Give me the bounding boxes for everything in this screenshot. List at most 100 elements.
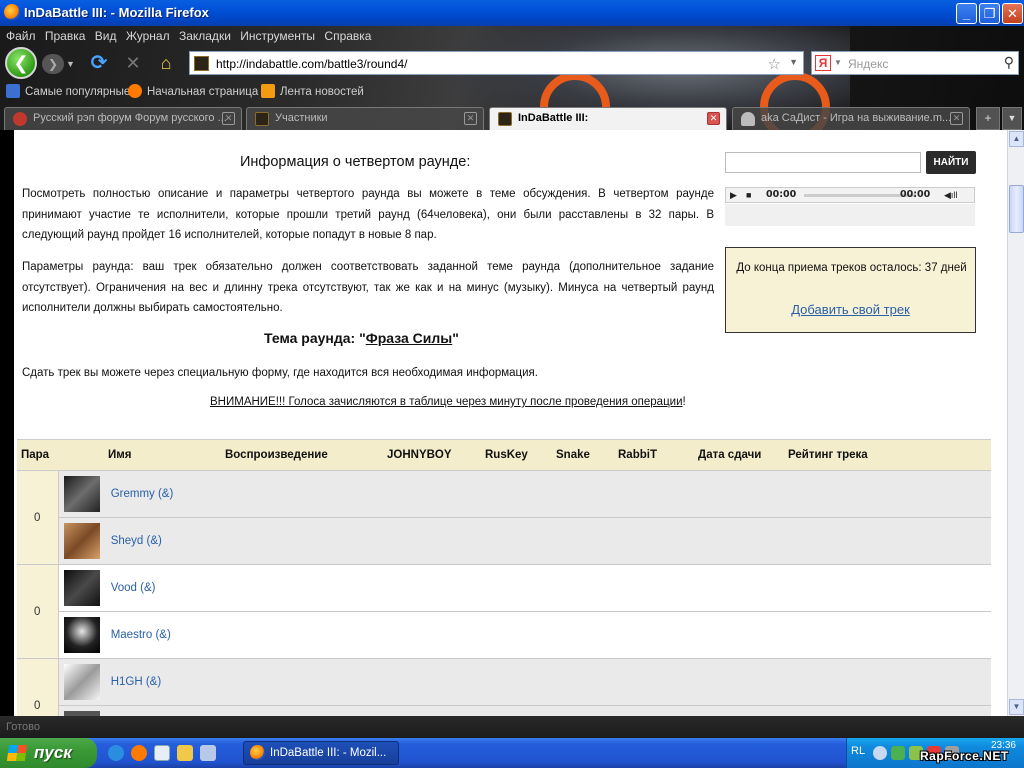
minimize-button[interactable]: _ [956, 3, 977, 24]
firefox-icon [128, 84, 142, 98]
pair-score: 0 [17, 470, 59, 565]
search-input[interactable]: Яндекс [848, 57, 888, 71]
taskbar-firefox-window[interactable]: InDaBattle III: - Mozil... [243, 741, 399, 765]
new-tab-button[interactable]: + [976, 107, 1000, 130]
pairs-table: Пара Имя Воспроизведение JOHNYBOY RusKey… [17, 439, 991, 716]
search-engine-icon[interactable]: Я [815, 55, 831, 71]
language-indicator[interactable]: RL [851, 745, 865, 757]
player-name-link[interactable]: Gremmy (&) [111, 488, 174, 500]
tab-list-dropdown-icon[interactable]: ▼ [1002, 107, 1022, 130]
menu-history[interactable]: Журнал [126, 26, 170, 46]
watermark: RapForce.NET [920, 749, 1009, 763]
search-engine-dropdown-icon[interactable]: ▼ [834, 58, 842, 67]
round-info-title: Информация о четвертом раунде: [240, 154, 471, 170]
folder-icon[interactable] [177, 745, 193, 761]
show-desktop-icon[interactable] [200, 745, 216, 761]
site-search-input[interactable] [725, 152, 921, 173]
maximize-button[interactable]: ❐ [979, 3, 1000, 24]
search-icon[interactable]: ⚲ [1004, 54, 1014, 71]
menu-bookmarks[interactable]: Закладки [179, 26, 231, 46]
forum-favicon-icon [13, 112, 27, 126]
address-bar[interactable]: http://indabattle.com/battle3/round4/ ☆ … [189, 51, 804, 75]
column-header: Имя [58, 439, 225, 471]
menu-file[interactable]: Файл [6, 26, 36, 46]
search-bar[interactable]: Я ▼ Яндекс ⚲ [811, 51, 1019, 75]
avatar[interactable] [63, 617, 100, 653]
submit-info: Сдать трек вы можете через специальную ф… [22, 367, 538, 379]
menu-help[interactable]: Справка [324, 26, 371, 46]
back-button[interactable]: ❮ [5, 47, 37, 79]
close-tab-icon[interactable]: ✕ [222, 112, 235, 125]
column-header: RabbiT [618, 439, 698, 471]
player-name-link[interactable]: Vood (&) [111, 582, 156, 594]
scroll-up-icon[interactable]: ▲ [1009, 131, 1024, 147]
windows-taskbar: пуск InDaBattle III: - Mozil... RL 23:36 [0, 738, 1024, 768]
audio-player: ▶ ■ 00:00 00:00 ◀ıll [725, 187, 975, 203]
volume-icon[interactable]: ◀ıll [944, 188, 957, 202]
theme-link[interactable]: Фраза Силы [366, 330, 452, 346]
stop-button[interactable]: ✕ [122, 52, 144, 74]
play-icon[interactable]: ▶ [730, 188, 737, 202]
history-dropdown-icon[interactable]: ▼ [66, 54, 78, 74]
column-header: Воспроизведение [225, 439, 387, 471]
avatar[interactable] [63, 476, 100, 512]
tab-rap-forum[interactable]: Русский рэп форум Форум русского ... ✕ [4, 107, 242, 130]
menu-bar: Файл Правка Вид Журнал Закладки Инструме… [0, 26, 1024, 46]
warning-link[interactable]: ВНИМАНИЕ!!! Голоса зачисляются в таблице… [210, 396, 683, 408]
menu-view[interactable]: Вид [95, 26, 117, 46]
find-button[interactable]: НАЙТИ [926, 151, 976, 174]
table-row: 0 H1GH (&) [17, 658, 991, 716]
menu-edit[interactable]: Правка [45, 26, 86, 46]
firefox-icon [250, 745, 265, 760]
network-icon[interactable] [891, 746, 905, 760]
tab-sadist[interactable]: aka СаДист - Игра на выживание.m... ✕ [732, 107, 970, 130]
menu-tools[interactable]: Инструменты [240, 26, 315, 46]
home-button[interactable]: ⌂ [155, 52, 177, 74]
table-row: 0 Vood (&) [17, 564, 991, 659]
reload-button[interactable]: ⟳ [88, 52, 110, 74]
close-window-button[interactable]: ✕ [1002, 3, 1023, 24]
tab-indabattle[interactable]: InDaBattle III: ✕ [489, 107, 727, 131]
bookmark-star-icon [6, 84, 20, 98]
firefox-icon [4, 4, 20, 20]
close-tab-icon[interactable]: ✕ [950, 112, 963, 125]
avatar[interactable] [63, 664, 100, 700]
url-text[interactable]: http://indabattle.com/battle3/round4/ [216, 57, 407, 71]
player-cell: H1GH (&) [58, 658, 991, 706]
player-current-time: 00:00 [766, 189, 797, 200]
url-dropdown-icon[interactable]: ▼ [789, 57, 798, 67]
ghost-icon [741, 112, 755, 126]
submission-info-box: До конца приема треков осталось: 37 дней… [725, 247, 976, 333]
internet-explorer-icon[interactable] [108, 745, 124, 761]
bookmarks-toolbar: Самые популярные Начальная страница Лент… [0, 82, 1024, 102]
rss-icon [261, 84, 275, 98]
start-button[interactable]: пуск [0, 738, 97, 768]
tab-participants[interactable]: Участники ✕ [246, 107, 484, 130]
scrollbar-thumb[interactable] [1009, 185, 1024, 233]
forward-button[interactable]: ❯ [42, 54, 64, 74]
bookmark-start-page[interactable]: Начальная страница [128, 84, 258, 100]
player-name-link[interactable]: Sheyd (&) [111, 535, 162, 547]
window-title: InDaBattle III: - Mozilla Firefox [24, 5, 209, 20]
tray-back-icon[interactable] [873, 746, 887, 760]
bookmark-star-icon[interactable]: ☆ [768, 55, 781, 73]
round-theme: Тема раунда: "Фраза Силы" [264, 330, 459, 346]
player-name-link[interactable]: H1GH (&) [111, 676, 161, 688]
player-cell [58, 705, 991, 716]
player-name-link[interactable]: Maestro (&) [111, 629, 171, 641]
avatar[interactable] [63, 523, 100, 559]
bookmark-most-visited[interactable]: Самые популярные [6, 84, 130, 100]
firefox-icon[interactable] [131, 745, 147, 761]
vertical-scrollbar[interactable]: ▲ ▼ [1007, 130, 1024, 716]
close-tab-icon[interactable]: ✕ [707, 112, 720, 125]
scroll-down-icon[interactable]: ▼ [1009, 699, 1024, 715]
navigation-toolbar: ❮ ❯ ▼ ⟳ ✕ ⌂ http://indabattle.com/battle… [0, 46, 1024, 80]
stop-icon[interactable]: ■ [746, 188, 751, 202]
window-titlebar[interactable]: InDaBattle III: - Mozilla Firefox _ ❐ ✕ [0, 0, 1024, 26]
add-track-link[interactable]: Добавить свой трек [726, 302, 975, 317]
text-editor-icon[interactable] [154, 745, 170, 761]
close-tab-icon[interactable]: ✕ [464, 112, 477, 125]
tab-strip: Русский рэп форум Форум русского ... ✕ У… [0, 106, 1024, 131]
bookmark-news-feed[interactable]: Лента новостей [261, 84, 364, 100]
avatar[interactable] [63, 570, 100, 606]
